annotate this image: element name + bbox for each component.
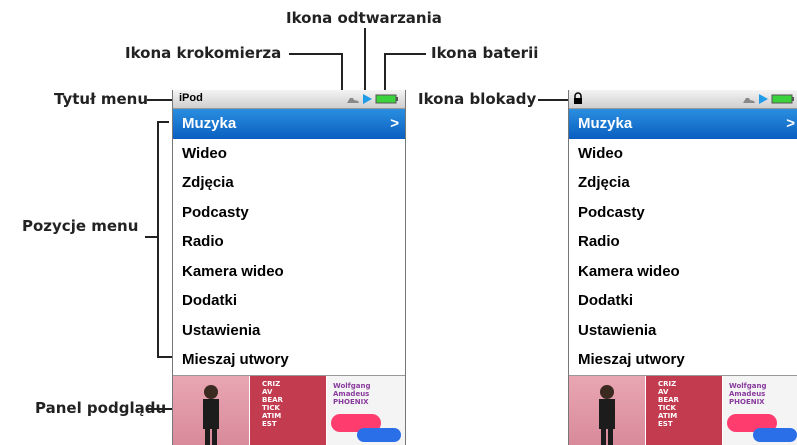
leader-line-pedometer-h — [289, 53, 341, 55]
menu-item-zdjecia[interactable]: Zdjęcia — [173, 168, 405, 198]
battery-icon — [375, 94, 398, 104]
menu-item-label: Muzyka — [578, 115, 633, 132]
chevron-right-icon: > — [786, 115, 795, 132]
play-icon — [363, 94, 372, 104]
callout-battery-icon: Ikona baterii — [431, 44, 539, 62]
title-bar: iPod — [173, 90, 405, 109]
menu-item-label: Podcasty — [182, 203, 249, 221]
menu-item-ustawienia[interactable]: Ustawienia — [173, 316, 405, 346]
lock-icon — [574, 92, 582, 104]
chevron-right-icon: > — [390, 115, 399, 132]
menu-item-radio[interactable]: Radio — [569, 227, 797, 257]
leader-line-pedometer-v — [341, 53, 343, 93]
menu-item-zdjecia[interactable]: Zdjęcia — [569, 168, 797, 198]
preview-panel: CRIZ AV BEAR TICK ATIM EST Wolfgang Amad… — [173, 375, 405, 445]
menu-item-wideo[interactable]: Wideo — [173, 139, 405, 169]
menu-item-label: Ustawienia — [578, 321, 657, 339]
menu-item-dodatki[interactable]: Dodatki — [173, 286, 405, 316]
pedometer-icon — [347, 98, 359, 103]
menu-item-podcasty[interactable]: Podcasty — [569, 198, 797, 228]
leader-line-battery-h — [384, 53, 426, 55]
menu-item-label: Dodatki — [578, 292, 634, 309]
album-art-2: CRIZ AV BEAR TICK ATIM EST — [646, 376, 722, 445]
menu-item-muzyka[interactable]: Muzyka > — [569, 109, 797, 139]
menu-item-label: Radio — [578, 233, 620, 250]
menu-item-label: Radio — [182, 233, 224, 250]
menu-item-label: Zdjęcia — [182, 174, 234, 191]
menu-list: Muzyka > Wideo Zdjęcia Podcasty Radio Ka… — [569, 109, 797, 375]
menu-item-wideo[interactable]: Wideo — [569, 139, 797, 169]
title-bar — [569, 90, 797, 109]
album-art-2: CRIZ AV BEAR TICK ATIM EST — [250, 376, 326, 445]
menu-item-label: Wideo — [182, 144, 227, 162]
ipod-screen-left: iPod Muzyka > Wideo Zdjęcia Podcasty Rad… — [172, 90, 406, 445]
menu-item-label: Zdjęcia — [578, 174, 630, 191]
menu-item-kamera-wideo[interactable]: Kamera wideo — [569, 257, 797, 287]
ipod-screen-right: Muzyka > Wideo Zdjęcia Podcasty Radio Ka… — [568, 90, 797, 445]
album-art-3: Wolfgang Amadeus PHOENIX — [723, 376, 797, 445]
menu-item-dodatki[interactable]: Dodatki — [569, 286, 797, 316]
preview-panel: CRIZ AV BEAR TICK ATIM EST Wolfgang Amad… — [569, 375, 797, 445]
play-icon — [759, 94, 768, 104]
menu-title: iPod — [179, 92, 203, 104]
menu-item-mieszaj-utwory[interactable]: Mieszaj utwory — [569, 345, 797, 375]
menu-item-label: Kamera wideo — [578, 262, 680, 280]
person-figure-icon — [599, 385, 615, 445]
album-art-2-text: CRIZ AV BEAR TICK ATIM EST — [262, 380, 283, 428]
menu-item-label: Wideo — [578, 144, 623, 162]
callout-play-icon: Ikona odtwarzania — [286, 9, 442, 27]
menu-item-muzyka[interactable]: Muzyka > — [173, 109, 405, 139]
battery-icon — [771, 94, 794, 104]
album-art-1 — [569, 376, 645, 445]
menu-item-radio[interactable]: Radio — [173, 227, 405, 257]
pedometer-icon — [743, 98, 755, 103]
callout-lock-icon: Ikona blokady — [418, 90, 537, 108]
callout-menu-title: Tytuł menu — [54, 90, 149, 108]
menu-list: Muzyka > Wideo Zdjęcia Podcasty Radio Ka… — [173, 109, 405, 375]
leader-line-title — [147, 99, 172, 101]
leader-bracket-menu — [157, 121, 159, 357]
leader-line-battery-v — [384, 53, 386, 93]
menu-item-label: Dodatki — [182, 292, 238, 309]
menu-item-label: Ustawienia — [182, 321, 261, 339]
menu-item-label: Mieszaj utwory — [182, 351, 289, 368]
callout-menu-items: Pozycje menu — [22, 217, 139, 235]
album-art-3-shapes — [727, 414, 797, 442]
album-art-3: Wolfgang Amadeus PHOENIX — [327, 376, 405, 445]
leader-line-preview — [146, 408, 172, 410]
menu-item-label: Mieszaj utwory — [578, 351, 685, 368]
status-icons — [743, 94, 794, 104]
status-icons — [347, 94, 398, 104]
menu-item-podcasty[interactable]: Podcasty — [173, 198, 405, 228]
menu-item-label: Kamera wideo — [182, 262, 284, 280]
album-art-1 — [173, 376, 249, 445]
leader-bracket-top — [157, 121, 169, 123]
leader-line-play — [364, 28, 366, 93]
callout-pedometer-icon: Ikona krokomierza — [125, 44, 282, 62]
album-art-2-text: CRIZ AV BEAR TICK ATIM EST — [658, 380, 679, 428]
menu-item-label: Muzyka — [182, 115, 237, 132]
album-art-3-shapes — [331, 414, 401, 442]
leader-line-lock — [538, 99, 572, 101]
leader-line-menu-items — [145, 236, 158, 238]
menu-item-mieszaj-utwory[interactable]: Mieszaj utwory — [173, 345, 405, 375]
menu-item-ustawienia[interactable]: Ustawienia — [569, 316, 797, 346]
menu-item-label: Podcasty — [578, 203, 645, 221]
person-figure-icon — [203, 385, 219, 445]
menu-item-kamera-wideo[interactable]: Kamera wideo — [173, 257, 405, 287]
